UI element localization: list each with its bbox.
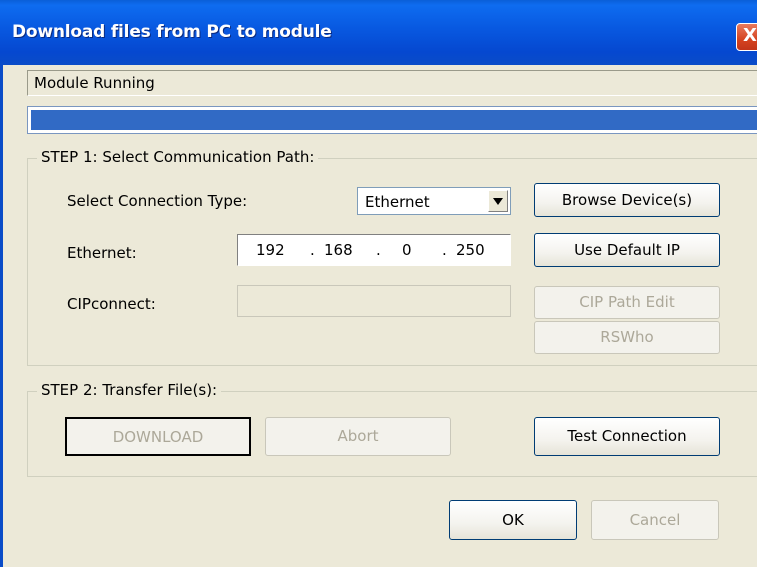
close-button[interactable]: X bbox=[736, 23, 757, 51]
status-field: Module Running bbox=[27, 70, 757, 96]
window-frame-left bbox=[0, 65, 3, 567]
ok-label: OK bbox=[502, 511, 524, 529]
use-default-ip-label: Use Default IP bbox=[574, 241, 680, 259]
progress-fill bbox=[31, 110, 757, 130]
browse-devices-label: Browse Device(s) bbox=[561, 191, 693, 209]
ip-octet-2[interactable]: 168 bbox=[324, 241, 353, 259]
connection-type-select[interactable]: Ethernet bbox=[357, 187, 511, 215]
connection-type-label: Select Connection Type: bbox=[67, 192, 248, 210]
cip-path-edit-label: CIP Path Edit bbox=[579, 293, 675, 311]
ok-button[interactable]: OK bbox=[449, 500, 577, 540]
title-bar: Download files from PC to module X bbox=[0, 0, 757, 65]
ip-dot-1: . bbox=[310, 241, 315, 259]
download-label: DOWNLOAD bbox=[112, 428, 204, 446]
progress-bar bbox=[27, 106, 757, 134]
ip-address-field[interactable]: 192 . 168 . 0 . 250 bbox=[237, 234, 511, 266]
ip-octet-1[interactable]: 192 bbox=[256, 241, 285, 259]
cipconnect-field bbox=[237, 285, 511, 317]
ip-octet-3[interactable]: 0 bbox=[402, 241, 412, 259]
test-connection-label: Test Connection bbox=[567, 427, 687, 445]
connection-type-value: Ethernet bbox=[365, 193, 430, 211]
cancel-label: Cancel bbox=[629, 511, 681, 529]
use-default-ip-button[interactable]: Use Default IP bbox=[534, 233, 720, 267]
abort-label: Abort bbox=[337, 427, 379, 445]
window-title: Download files from PC to module bbox=[12, 22, 332, 42]
step1-label: STEP 1: Select Communication Path: bbox=[37, 148, 319, 166]
ip-octet-4[interactable]: 250 bbox=[456, 241, 485, 259]
cancel-button: Cancel bbox=[591, 500, 719, 540]
chevron-down-icon[interactable] bbox=[488, 190, 508, 212]
download-button: DOWNLOAD bbox=[65, 417, 251, 456]
browse-devices-button[interactable]: Browse Device(s) bbox=[534, 183, 720, 217]
ethernet-label: Ethernet: bbox=[67, 244, 137, 262]
rswho-button: RSWho bbox=[534, 321, 720, 354]
step2-label: STEP 2: Transfer File(s): bbox=[37, 381, 222, 399]
test-connection-button[interactable]: Test Connection bbox=[534, 417, 720, 456]
abort-button: Abort bbox=[265, 417, 451, 456]
cipconnect-label: CIPconnect: bbox=[67, 295, 156, 313]
cip-path-edit-button: CIP Path Edit bbox=[534, 286, 720, 319]
ip-dot-2: . bbox=[376, 241, 381, 259]
rswho-label: RSWho bbox=[600, 328, 654, 346]
close-icon: X bbox=[743, 25, 757, 46]
ip-dot-3: . bbox=[442, 241, 447, 259]
